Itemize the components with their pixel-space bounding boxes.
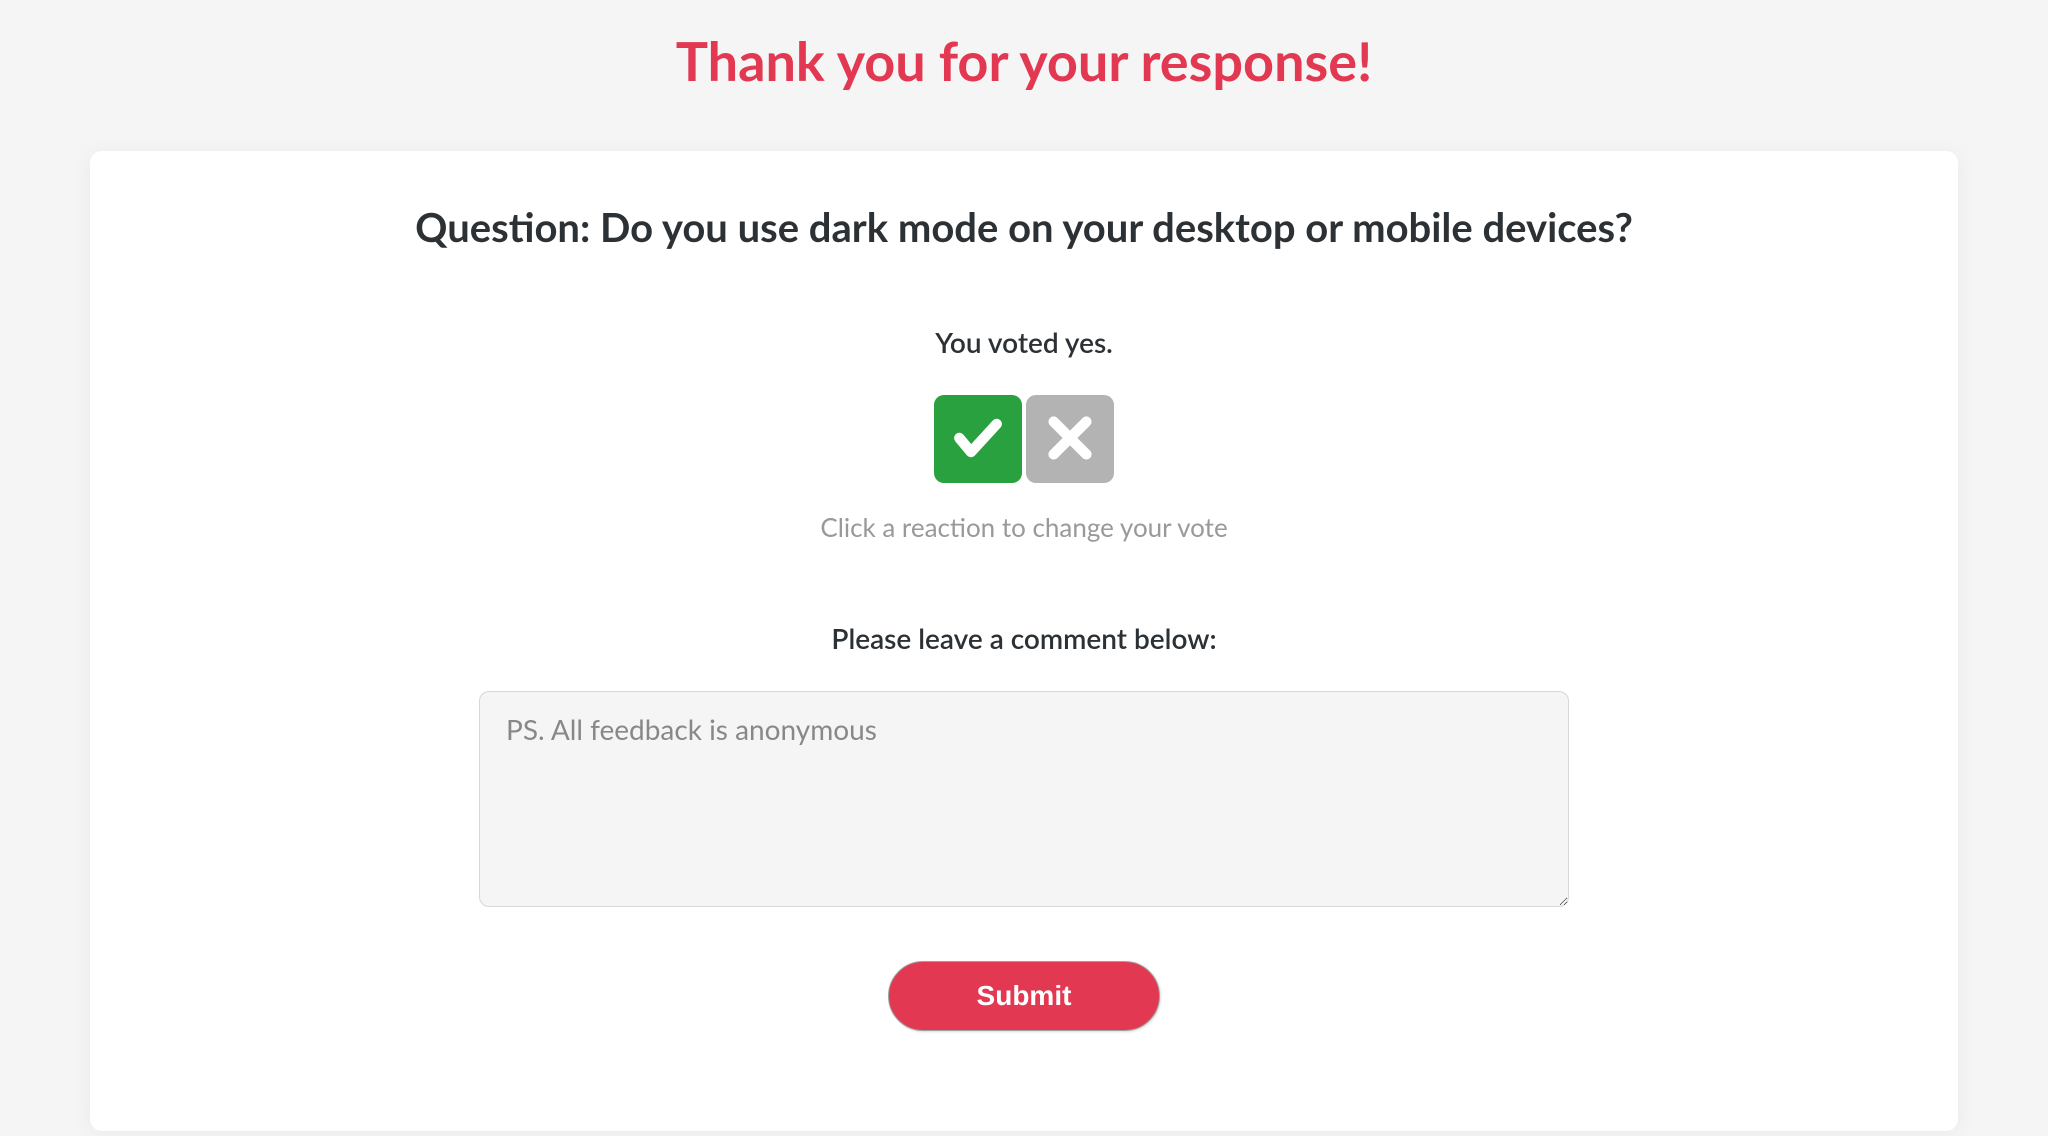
vote-no-button[interactable] bbox=[1026, 395, 1114, 483]
check-icon bbox=[950, 410, 1006, 469]
vote-hint: Click a reaction to change your vote bbox=[190, 511, 1858, 543]
page-title: Thank you for your response! bbox=[0, 0, 2048, 151]
response-card: Question: Do you use dark mode on your d… bbox=[90, 151, 1958, 1131]
comment-input[interactable] bbox=[479, 691, 1569, 907]
comment-label: Please leave a comment below: bbox=[190, 621, 1858, 655]
vote-yes-button[interactable] bbox=[934, 395, 1022, 483]
vote-status: You voted yes. bbox=[190, 325, 1858, 359]
vote-buttons-container bbox=[190, 395, 1858, 483]
cross-icon bbox=[1042, 410, 1098, 469]
question-text: Question: Do you use dark mode on your d… bbox=[190, 203, 1858, 251]
submit-button[interactable]: Submit bbox=[888, 961, 1161, 1031]
